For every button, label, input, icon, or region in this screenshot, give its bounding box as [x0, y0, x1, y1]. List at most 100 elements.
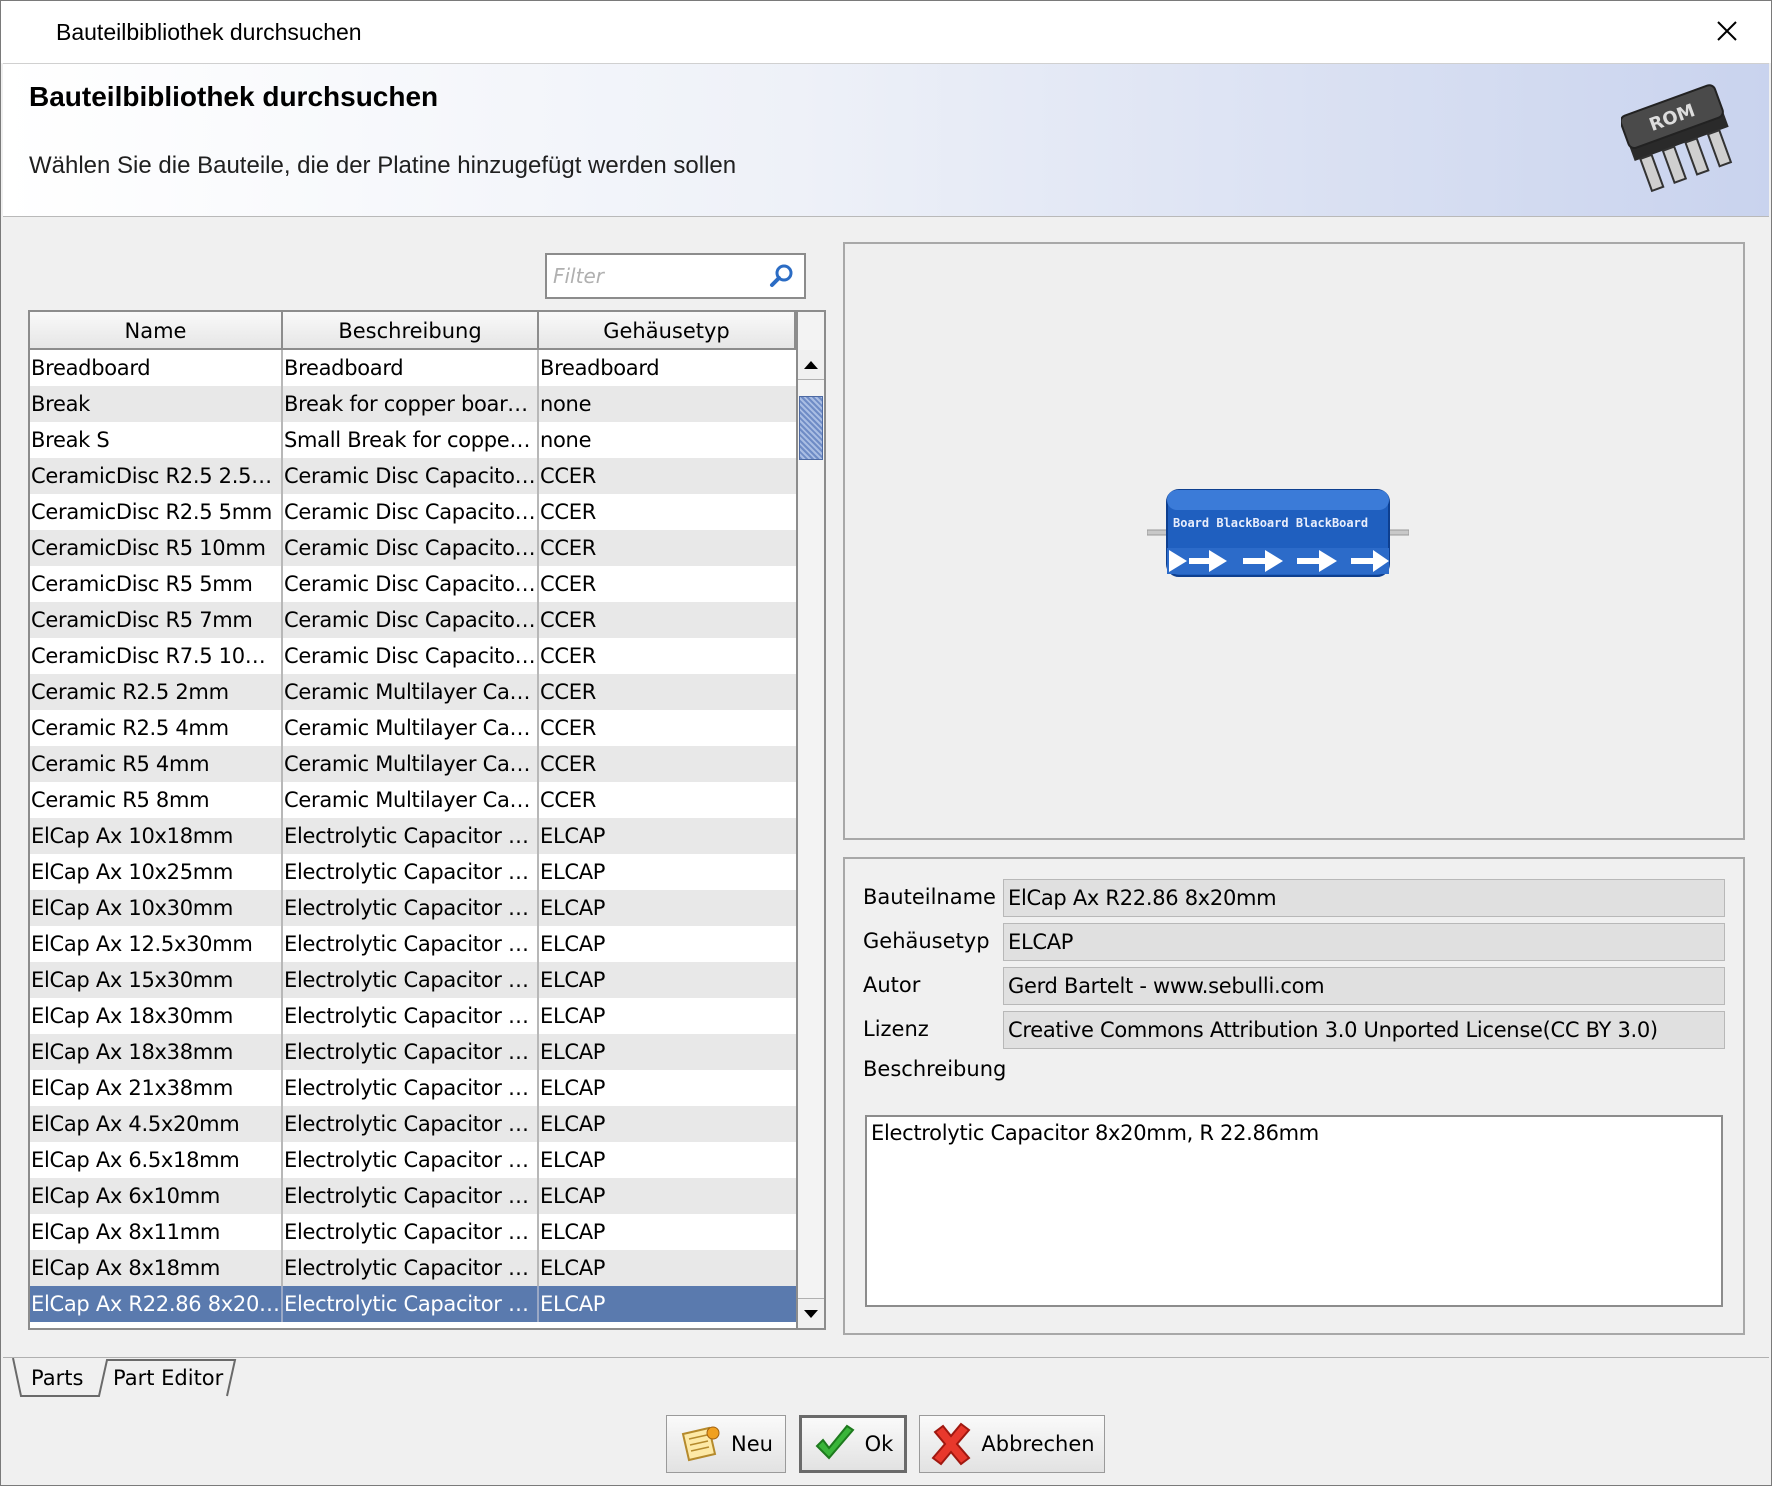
cell-description: Ceramic Disc Capacitor,… [283, 458, 539, 494]
table-row[interactable]: Ceramic R5 4mm Ceramic Multilayer Cap… CCE… [30, 746, 796, 782]
cancel-button[interactable]: Abbrechen [919, 1415, 1105, 1473]
cell-package: ELCAP [540, 860, 606, 884]
cell-description: Electrolytic Capacitor 6 … [283, 1178, 539, 1214]
ok-button[interactable]: Ok [799, 1415, 907, 1473]
cell-description: Breadboard [283, 350, 539, 386]
cell-name: ElCap Ax 15x30mm [30, 962, 283, 998]
cell-package: CCER [540, 464, 596, 488]
table-row[interactable]: ElCap Ax 10x25mm Electrolytic Capacitor 1… [30, 854, 796, 890]
scrollbar-thumb[interactable] [799, 396, 823, 460]
cell-package: ELCAP [540, 1256, 606, 1280]
cell-package: CCER [540, 752, 596, 776]
table-row[interactable]: CeramicDisc R2.5 5mm Ceramic Disc Capacit… [30, 494, 796, 530]
cell-description: Ceramic Disc Capacitor,… [283, 638, 539, 674]
table-row[interactable]: ElCap Ax 10x30mm Electrolytic Capacitor 1… [30, 890, 796, 926]
table-row[interactable]: ElCap Ax 10x18mm Electrolytic Capacitor 1… [30, 818, 796, 854]
package-field[interactable]: ELCAP [1003, 923, 1725, 961]
new-button[interactable]: Neu [666, 1415, 786, 1473]
part-details: Bauteilname ElCap Ax R22.86 8x20mm Gehäu… [843, 857, 1745, 1335]
table-row[interactable]: ElCap Ax R22.86 8x20mm Electrolytic Capac… [30, 1286, 796, 1322]
search-icon[interactable] [768, 262, 796, 290]
cell-name: ElCap Ax 10x25mm [30, 854, 283, 890]
cell-name: CeramicDisc R2.5 2.5mm [30, 458, 283, 494]
cell-name: CeramicDisc R7.5 10mm [30, 638, 283, 674]
description-field[interactable]: Electrolytic Capacitor 8x20mm, R 22.86mm [865, 1115, 1723, 1307]
table-row[interactable]: ElCap Ax 15x30mm Electrolytic Capacitor 1… [30, 962, 796, 998]
table-row[interactable]: Break S Small Break for copper … none [30, 422, 796, 458]
cell-package: none [540, 428, 592, 452]
cell-package: ELCAP [540, 896, 606, 920]
table-row[interactable]: CeramicDisc R7.5 10mm Ceramic Disc Capaci… [30, 638, 796, 674]
table-row[interactable]: ElCap Ax 6x10mm Electrolytic Capacitor 6 … [30, 1178, 796, 1214]
table-row[interactable]: ElCap Ax 12.5x30mm Electrolytic Capacitor… [30, 926, 796, 962]
cell-description: Electrolytic Capacitor 1… [283, 926, 539, 962]
cell-name: ElCap Ax 6.5x18mm [30, 1142, 283, 1178]
checkmark-icon [815, 1424, 855, 1460]
cell-package: ELCAP [540, 968, 606, 992]
cancel-button-label: Abbrechen [981, 1432, 1095, 1456]
filter-box [545, 253, 806, 299]
cell-name: ElCap Ax 8x18mm [30, 1250, 283, 1286]
arrow-up-icon [804, 360, 818, 369]
tab-parts[interactable]: Parts [11, 1358, 101, 1398]
vertical-scrollbar[interactable] [796, 312, 824, 1328]
table-row[interactable]: Ceramic R5 8mm Ceramic Multilayer Cap… CCE… [30, 782, 796, 818]
note-icon [681, 1426, 720, 1462]
cell-name: Break S [30, 422, 283, 458]
header-banner: Bauteilbibliothek durchsuchen Wählen Sie… [3, 63, 1769, 217]
arrow-down-icon [804, 1309, 818, 1318]
scroll-up-button[interactable] [798, 350, 824, 380]
author-field[interactable]: Gerd Bartelt - www.sebulli.com [1003, 967, 1725, 1005]
cell-package: ELCAP [540, 1184, 606, 1208]
table-row[interactable]: Ceramic R2.5 4mm Ceramic Multilayer Cap… C… [30, 710, 796, 746]
tab-part-editor[interactable]: Part Editor [101, 1358, 241, 1398]
table-row[interactable]: CeramicDisc R5 7mm Ceramic Disc Capacitor… [30, 602, 796, 638]
cell-name: Ceramic R5 8mm [30, 782, 283, 818]
cell-name: ElCap Ax 10x18mm [30, 818, 283, 854]
cell-description: Ceramic Disc Capacitor,… [283, 494, 539, 530]
column-header-package[interactable]: Gehäusetyp [539, 312, 796, 348]
cancel-x-icon [931, 1422, 971, 1466]
banner-heading: Bauteilbibliothek durchsuchen [29, 81, 439, 112]
column-header-description[interactable]: Beschreibung [283, 312, 539, 348]
table-row[interactable]: ElCap Ax 8x18mm Electrolytic Capacitor 8 … [30, 1250, 796, 1286]
table-row[interactable]: Breadboard Breadboard Breadboard [30, 350, 796, 386]
cell-name: CeramicDisc R5 10mm [30, 530, 283, 566]
cell-package: CCER [540, 644, 596, 668]
cell-description: Ceramic Multilayer Cap… [283, 782, 539, 818]
filter-input[interactable] [547, 255, 767, 297]
close-button[interactable] [1703, 9, 1751, 53]
cell-name: ElCap Ax R22.86 8x20mm [30, 1286, 283, 1322]
parts-table: Name Beschreibung Gehäusetyp Breadboard B… [28, 310, 826, 1330]
table-row[interactable]: ElCap Ax 21x38mm Electrolytic Capacitor 2… [30, 1070, 796, 1106]
part-name-field[interactable]: ElCap Ax R22.86 8x20mm [1003, 879, 1725, 917]
table-row[interactable]: ElCap Ax 6.5x18mm Electrolytic Capacitor … [30, 1142, 796, 1178]
cell-package: CCER [540, 680, 596, 704]
column-header-name[interactable]: Name [30, 312, 283, 348]
cell-description: Small Break for copper … [283, 422, 539, 458]
table-row[interactable]: CeramicDisc R5 5mm Ceramic Disc Capacitor… [30, 566, 796, 602]
table-row[interactable]: Break Break for copper board… none [30, 386, 796, 422]
table-row[interactable]: CeramicDisc R5 10mm Ceramic Disc Capacito… [30, 530, 796, 566]
cell-name: ElCap Ax 18x30mm [30, 998, 283, 1034]
scroll-down-button[interactable] [798, 1298, 824, 1328]
table-row[interactable]: ElCap Ax 8x11mm Electrolytic Capacitor 8 … [30, 1214, 796, 1250]
cell-name: CeramicDisc R5 5mm [30, 566, 283, 602]
description-label: Beschreibung [863, 1057, 1007, 1081]
table-row[interactable]: CeramicDisc R2.5 2.5mm Ceramic Disc Capac… [30, 458, 796, 494]
table-row[interactable]: Ceramic R2.5 2mm Ceramic Multilayer Cap… C… [30, 674, 796, 710]
license-field[interactable]: Creative Commons Attribution 3.0 Unporte… [1003, 1011, 1725, 1049]
cell-package: CCER [540, 500, 596, 524]
cell-description: Ceramic Disc Capacitor,… [283, 530, 539, 566]
table-row[interactable]: ElCap Ax 18x38mm Electrolytic Capacitor 1… [30, 1034, 796, 1070]
cell-package: CCER [540, 536, 596, 560]
cell-name: Ceramic R2.5 4mm [30, 710, 283, 746]
cell-name: Breadboard [30, 350, 283, 386]
author-label: Autor [863, 973, 921, 997]
cell-name: ElCap Ax 4.5x20mm [30, 1106, 283, 1142]
cell-description: Electrolytic Capacitor 1… [283, 998, 539, 1034]
table-row[interactable]: ElCap Ax 4.5x20mm Electrolytic Capacitor … [30, 1106, 796, 1142]
cell-description: Ceramic Multilayer Cap… [283, 710, 539, 746]
new-button-label: Neu [731, 1432, 773, 1456]
table-row[interactable]: ElCap Ax 18x30mm Electrolytic Capacitor 1… [30, 998, 796, 1034]
